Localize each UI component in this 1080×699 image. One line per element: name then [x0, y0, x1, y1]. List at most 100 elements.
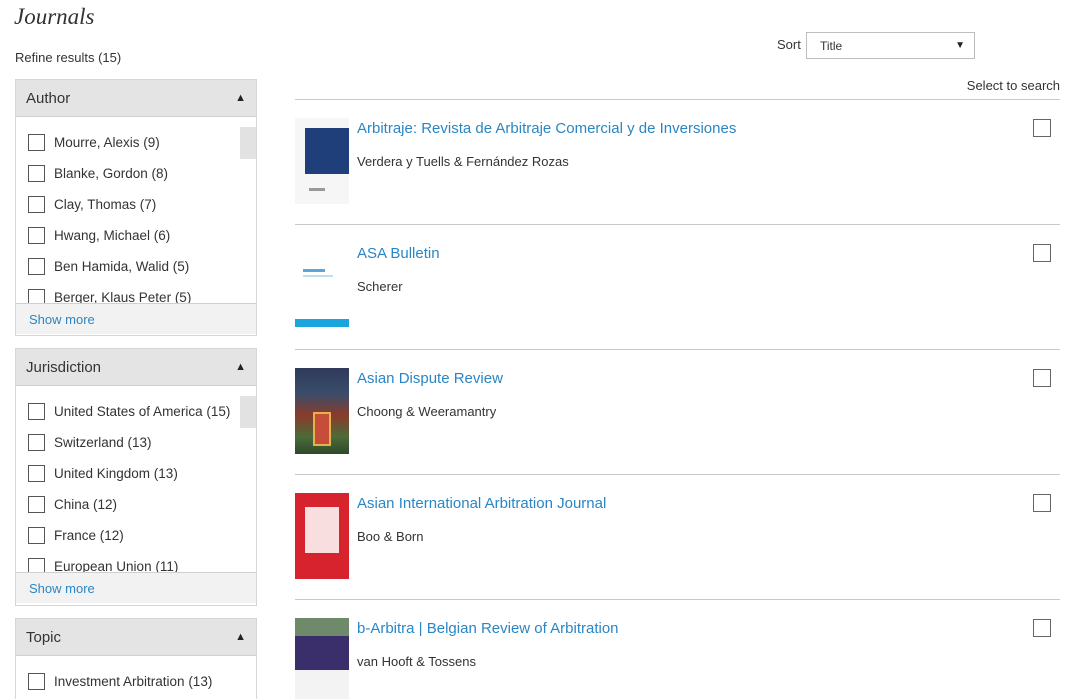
refine-results-label: Refine results (15)	[15, 50, 122, 65]
checkbox[interactable]	[28, 227, 45, 244]
facet-author: Author ▲ Mourre, Alexis (9) Blanke, Gord…	[15, 79, 257, 336]
facet-option-label: Clay, Thomas (7)	[54, 197, 157, 212]
checkbox[interactable]	[28, 258, 45, 275]
cover-sky	[295, 618, 349, 636]
select-checkbox[interactable]	[1033, 244, 1051, 262]
result-item: ASA Bulletin Scherer	[295, 224, 1060, 349]
cover-band	[305, 128, 349, 174]
facet-topic-list: Investment Arbitration (13)	[16, 656, 256, 699]
checkbox[interactable]	[28, 134, 45, 151]
dropdown-caret-icon: ▼	[955, 40, 965, 51]
journal-cover-image[interactable]	[295, 368, 349, 454]
result-item: Arbitraje: Revista de Arbitraje Comercia…	[295, 99, 1060, 224]
facet-option-label: Investment Arbitration (13)	[54, 674, 213, 689]
facet-option[interactable]: United Kingdom (13)	[16, 458, 256, 489]
result-item: Asian International Arbitration Journal …	[295, 474, 1060, 599]
facet-option[interactable]: Ben Hamida, Walid (5)	[16, 251, 256, 282]
show-more-link[interactable]: Show more	[29, 312, 95, 327]
cover-lower-panel	[295, 670, 349, 699]
result-title-link[interactable]: Asian International Arbitration Journal	[357, 495, 606, 512]
facet-option-label: United Kingdom (13)	[54, 466, 178, 481]
facet-option[interactable]: United States of America (15)	[16, 396, 256, 427]
facet-title: Jurisdiction	[26, 358, 102, 376]
select-checkbox[interactable]	[1033, 619, 1051, 637]
result-title-link[interactable]: Arbitraje: Revista de Arbitraje Comercia…	[357, 120, 736, 137]
checkbox[interactable]	[28, 558, 45, 572]
scrollbar-thumb[interactable]	[240, 396, 256, 428]
cover-subtitle-mark	[303, 275, 333, 277]
facet-option[interactable]: Investment Arbitration (13)	[16, 666, 256, 697]
facet-option[interactable]: Switzerland (13)	[16, 427, 256, 458]
checkbox[interactable]	[28, 403, 45, 420]
result-item: b-Arbitra | Belgian Review of Arbitratio…	[295, 599, 1060, 699]
cover-bar	[295, 319, 349, 327]
facet-option-label: Mourre, Alexis (9)	[54, 135, 160, 150]
checkbox[interactable]	[28, 465, 45, 482]
collapse-caret-icon[interactable]: ▲	[235, 92, 246, 104]
journal-cover-image[interactable]	[295, 618, 349, 699]
result-authors: Boo & Born	[357, 529, 424, 544]
facet-option-label: Berger, Klaus Peter (5)	[54, 290, 192, 303]
select-checkbox[interactable]	[1033, 119, 1051, 137]
facet-title: Topic	[26, 628, 62, 646]
checkbox[interactable]	[28, 434, 45, 451]
checkbox[interactable]	[28, 527, 45, 544]
result-title-link[interactable]: Asian Dispute Review	[357, 370, 503, 387]
facet-author-list: Mourre, Alexis (9) Blanke, Gordon (8) Cl…	[16, 117, 256, 303]
journal-cover-image[interactable]	[295, 118, 349, 204]
checkbox[interactable]	[28, 673, 45, 690]
facet-option[interactable]: Hwang, Michael (6)	[16, 220, 256, 251]
select-checkbox[interactable]	[1033, 369, 1051, 387]
result-title-link[interactable]: ASA Bulletin	[357, 245, 440, 262]
facet-jurisdiction-list: United States of America (15) Switzerlan…	[16, 386, 256, 572]
result-item: Asian Dispute Review Choong & Weeramantr…	[295, 349, 1060, 474]
facet-author-footer: Show more	[16, 303, 256, 334]
cover-title-mark	[303, 269, 325, 272]
journal-cover-image[interactable]	[295, 493, 349, 579]
journal-cover-image[interactable]	[295, 243, 349, 329]
facet-topic-header[interactable]: Topic ▲	[16, 619, 256, 656]
scrollbar-thumb[interactable]	[240, 127, 256, 159]
facet-option-label: Hwang, Michael (6)	[54, 228, 171, 243]
page-title: Journals	[14, 4, 95, 29]
facet-title: Author	[26, 89, 71, 107]
facet-option-label: European Union (11)	[54, 559, 179, 572]
result-authors: Verdera y Tuells & Fernández Rozas	[357, 154, 569, 169]
collapse-caret-icon[interactable]: ▲	[235, 361, 246, 373]
show-more-link[interactable]: Show more	[29, 581, 95, 596]
facet-author-header[interactable]: Author ▲	[16, 80, 256, 117]
facet-jurisdiction: Jurisdiction ▲ United States of America …	[15, 348, 257, 606]
cover-illustration	[313, 412, 331, 446]
result-authors: Scherer	[357, 279, 403, 294]
sort-label: Sort	[777, 37, 801, 52]
facet-option[interactable]: China (12)	[16, 489, 256, 520]
select-to-search-label: Select to search	[966, 78, 1060, 93]
result-title-link[interactable]: b-Arbitra | Belgian Review of Arbitratio…	[357, 620, 619, 637]
checkbox[interactable]	[28, 196, 45, 213]
facet-option[interactable]: European Union (11)	[16, 551, 256, 572]
facet-option[interactable]: Blanke, Gordon (8)	[16, 158, 256, 189]
facet-option-label: Ben Hamida, Walid (5)	[54, 259, 190, 274]
collapse-caret-icon[interactable]: ▲	[235, 631, 246, 643]
results-list: Arbitraje: Revista de Arbitraje Comercia…	[295, 99, 1060, 699]
sort-select[interactable]: Title ▼	[806, 32, 975, 59]
result-authors: van Hooft & Tossens	[357, 654, 476, 669]
checkbox[interactable]	[28, 496, 45, 513]
facet-option[interactable]: Clay, Thomas (7)	[16, 189, 256, 220]
facet-option-label: Blanke, Gordon (8)	[54, 166, 169, 181]
checkbox[interactable]	[28, 165, 45, 182]
cover-panel	[305, 507, 339, 553]
facet-option-label: Switzerland (13)	[54, 435, 152, 450]
facet-jurisdiction-header[interactable]: Jurisdiction ▲	[16, 349, 256, 386]
facet-option-label: China (12)	[54, 497, 118, 512]
result-authors: Choong & Weeramantry	[357, 404, 497, 419]
facet-option-label: United States of America (15)	[54, 404, 231, 419]
cover-footer-mark	[309, 188, 325, 191]
checkbox[interactable]	[28, 289, 45, 303]
facet-jurisdiction-footer: Show more	[16, 572, 256, 603]
facet-option[interactable]: France (12)	[16, 520, 256, 551]
select-checkbox[interactable]	[1033, 494, 1051, 512]
facet-option[interactable]: Mourre, Alexis (9)	[16, 127, 256, 158]
facet-option[interactable]: Berger, Klaus Peter (5)	[16, 282, 256, 303]
facet-option-label: France (12)	[54, 528, 124, 543]
